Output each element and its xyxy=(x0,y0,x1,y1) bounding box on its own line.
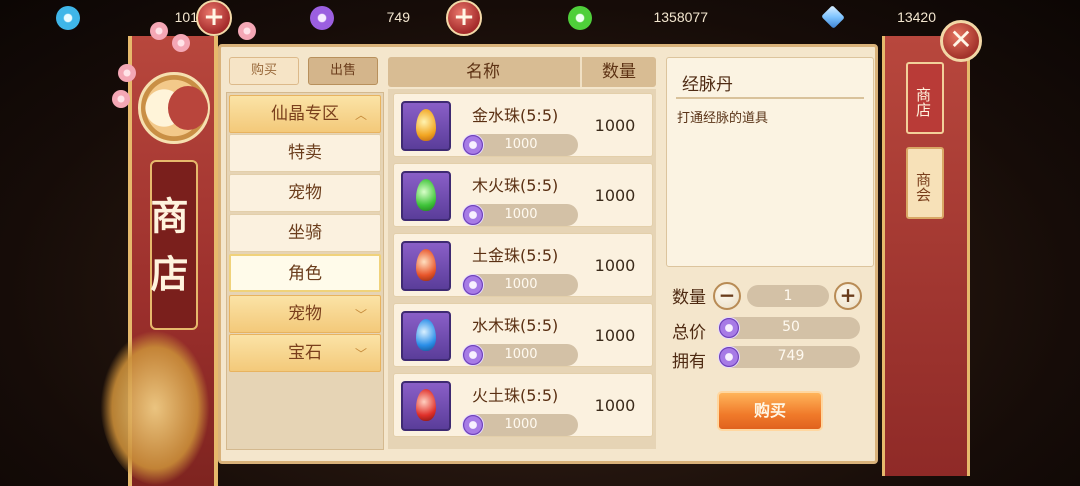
item-quantity: 1000 xyxy=(594,396,636,415)
tab-guild[interactable]: 商会 xyxy=(906,147,944,219)
quantity-label: 数量 xyxy=(672,288,706,308)
item-price: 1000 xyxy=(462,204,578,226)
item-row[interactable]: 金水珠(5:5) 1000 1000 xyxy=(393,93,653,157)
wood-fire-pearl-icon xyxy=(401,171,451,221)
item-row[interactable]: 土金珠(5:5) 1000 1000 xyxy=(393,233,653,297)
fire-earth-pearl-icon xyxy=(401,381,451,431)
currency-diamond: 13420 xyxy=(820,0,940,36)
diamond-icon xyxy=(821,5,845,29)
item-price-value: 1000 xyxy=(504,417,538,432)
purple-orb-icon xyxy=(310,6,334,30)
category-label: 仙晶专区 xyxy=(271,104,339,124)
blossom-icon xyxy=(172,34,190,52)
golden-dragon-icon xyxy=(100,330,210,486)
owned-amount: 749 xyxy=(718,346,860,368)
add-blue-currency-button[interactable]: + xyxy=(196,0,232,36)
item-name: 木火珠(5:5) xyxy=(472,176,559,195)
increase-quantity-button[interactable]: + xyxy=(834,282,862,310)
blossom-icon xyxy=(238,22,256,40)
category-mounts[interactable]: 坐骑 xyxy=(229,214,381,252)
blue-orb-icon xyxy=(56,6,80,30)
item-name: 水木珠(5:5) xyxy=(472,316,559,335)
owned-label: 拥有 xyxy=(672,352,706,372)
category-label: 宠物 xyxy=(288,183,322,203)
buy-button[interactable]: 购买 xyxy=(717,391,823,431)
category-label: 宠物 xyxy=(288,304,322,324)
tab-buy[interactable]: 购买 xyxy=(229,57,299,85)
total-price-value: 50 xyxy=(782,319,800,335)
total-price: 50 xyxy=(718,317,860,339)
item-quantity: 1000 xyxy=(594,116,636,135)
column-quantity-header: 数量 xyxy=(580,57,656,87)
item-name: 火土珠(5:5) xyxy=(472,386,559,405)
item-quantity: 1000 xyxy=(594,186,636,205)
gold-water-pearl-icon xyxy=(401,101,451,151)
quantity-input[interactable]: 1 xyxy=(747,285,829,307)
item-name: 金水珠(5:5) xyxy=(472,106,559,125)
item-quantity: 1000 xyxy=(594,326,636,345)
tab-sell[interactable]: 出售 xyxy=(308,57,378,85)
item-list-header: 名称 数量 xyxy=(388,57,656,87)
close-button[interactable]: ✕ xyxy=(940,20,982,62)
detail-description: 打通经脉的道具 xyxy=(677,111,769,126)
green-orb-icon xyxy=(568,6,592,30)
water-wood-pearl-icon xyxy=(401,311,451,361)
category-crystal-zone[interactable]: 仙晶专区 ︿ xyxy=(229,95,381,133)
chevron-down-icon: ﹀ xyxy=(354,347,367,361)
currency-amount: 749 xyxy=(386,9,410,25)
currency-amount: 1358077 xyxy=(653,9,708,25)
category-pets-group[interactable]: 宠物 ﹀ xyxy=(229,295,381,333)
item-price-value: 1000 xyxy=(504,347,538,362)
chevron-up-icon: ︿ xyxy=(354,108,367,122)
item-price: 1000 xyxy=(462,134,578,156)
category-label: 坐骑 xyxy=(288,223,322,243)
item-price-value: 1000 xyxy=(504,207,538,222)
blossom-icon xyxy=(150,22,168,40)
category-gems-group[interactable]: 宝石 ﹀ xyxy=(229,334,381,372)
item-price-value: 1000 xyxy=(504,277,538,292)
category-label: 角色 xyxy=(288,264,322,284)
item-price: 1000 xyxy=(462,274,578,296)
item-price: 1000 xyxy=(462,414,578,436)
owned-value: 749 xyxy=(777,348,805,364)
item-name: 土金珠(5:5) xyxy=(472,246,559,265)
column-name-header: 名称 xyxy=(466,62,500,82)
currency-green: 1358077 xyxy=(568,0,728,36)
earth-gold-pearl-icon xyxy=(401,241,451,291)
add-purple-currency-button[interactable]: + xyxy=(446,0,482,36)
decrease-quantity-button[interactable]: − xyxy=(713,282,741,310)
category-label: 宝石 xyxy=(288,343,322,363)
item-row[interactable]: 水木珠(5:5) 1000 1000 xyxy=(393,303,653,367)
currency-purple: 749 xyxy=(310,0,430,36)
tab-shop[interactable]: 商店 xyxy=(906,62,944,134)
moon-crescent xyxy=(168,86,208,130)
item-quantity: 1000 xyxy=(594,256,636,275)
category-character[interactable]: 角色 xyxy=(229,254,381,292)
category-label: 特卖 xyxy=(288,143,322,163)
item-row[interactable]: 木火珠(5:5) 1000 1000 xyxy=(393,163,653,227)
divider xyxy=(676,97,864,99)
category-pets[interactable]: 宠物 xyxy=(229,174,381,212)
currency-amount: 13420 xyxy=(897,9,936,25)
total-price-label: 总价 xyxy=(672,323,706,343)
banner-title: 商店 xyxy=(144,160,198,330)
item-price-value: 1000 xyxy=(504,137,538,152)
chevron-down-icon: ﹀ xyxy=(354,308,367,322)
category-special-sale[interactable]: 特卖 xyxy=(229,134,381,172)
item-price: 1000 xyxy=(462,344,578,366)
currency-amount: 101 xyxy=(174,9,198,25)
blossom-icon xyxy=(112,90,130,108)
blossom-icon xyxy=(118,64,136,82)
item-row[interactable]: 火土珠(5:5) 1000 1000 xyxy=(393,373,653,437)
detail-title: 经脉丹 xyxy=(682,75,733,95)
